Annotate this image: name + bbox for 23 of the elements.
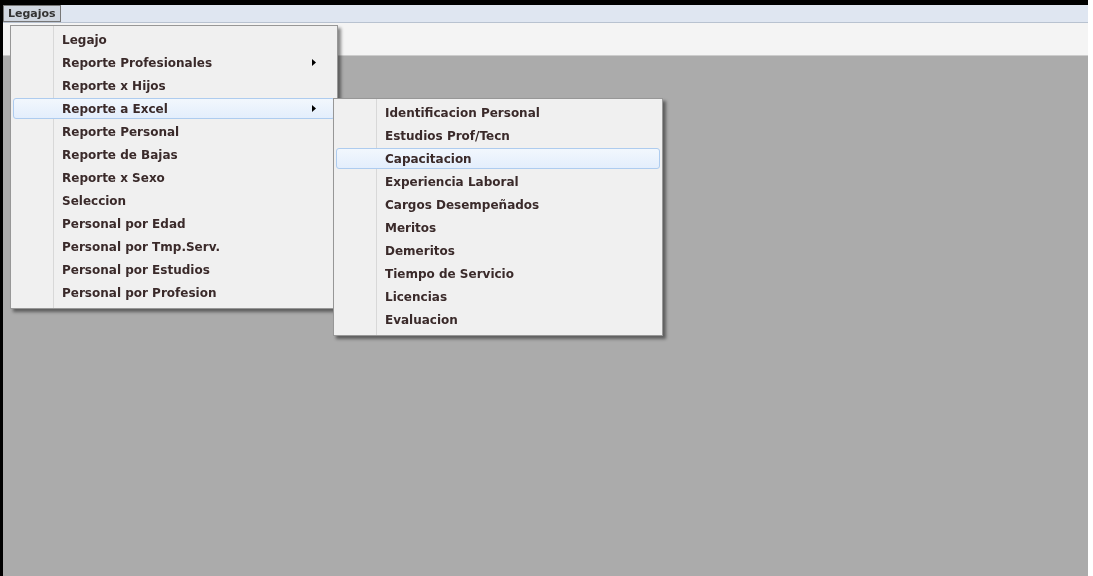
- menu-item[interactable]: Reporte x Sexo: [13, 167, 335, 188]
- menu-bar-item[interactable]: Legajos: [3, 5, 61, 22]
- menu-item[interactable]: Legajo: [13, 29, 335, 50]
- menu-item[interactable]: Identificacion Personal: [336, 102, 660, 123]
- menu-item[interactable]: Reporte x Hijos: [13, 75, 335, 96]
- menu-item[interactable]: Demeritos: [336, 240, 660, 261]
- menu-item[interactable]: Reporte de Bajas: [13, 144, 335, 165]
- menu-item[interactable]: Cargos Desempeñados: [336, 194, 660, 215]
- menu-item[interactable]: Personal por Profesion: [13, 282, 335, 303]
- menu-item[interactable]: Meritos: [336, 217, 660, 238]
- menu-item[interactable]: Personal por Tmp.Serv.: [13, 236, 335, 257]
- menu-item[interactable]: Estudios Prof/Tecn: [336, 125, 660, 146]
- menu-item[interactable]: Reporte Profesionales: [13, 52, 335, 73]
- menu-item[interactable]: Seleccion: [13, 190, 335, 211]
- menu-item[interactable]: Tiempo de Servicio: [336, 263, 660, 284]
- menu-item[interactable]: Personal por Estudios: [13, 259, 335, 280]
- menu-item[interactable]: Evaluacion: [336, 309, 660, 330]
- menu-item[interactable]: Licencias: [336, 286, 660, 307]
- menu-item[interactable]: Capacitacion: [336, 148, 660, 169]
- menu-item[interactable]: Reporte a Excel: [13, 98, 335, 119]
- menu-item[interactable]: Reporte Personal: [13, 121, 335, 142]
- menu-item[interactable]: Experiencia Laboral: [336, 171, 660, 192]
- menu-item[interactable]: Personal por Edad: [13, 213, 335, 234]
